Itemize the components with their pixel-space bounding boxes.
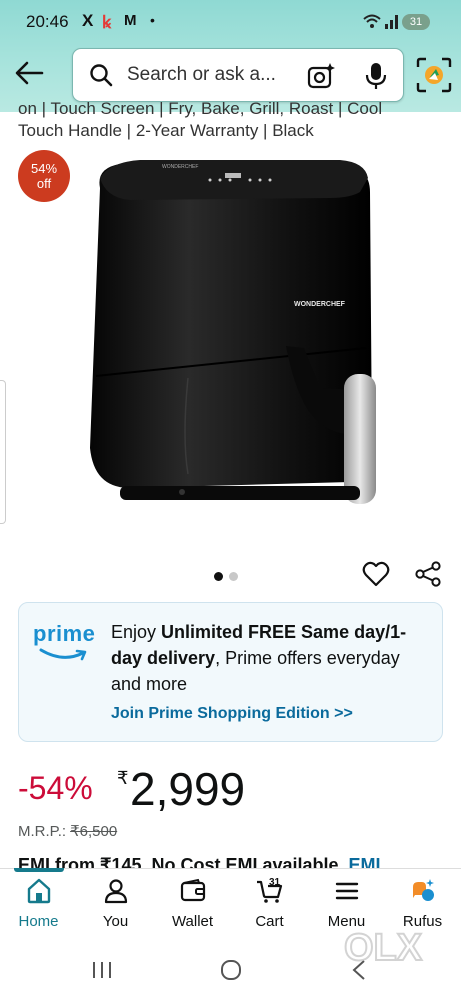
x-notification-icon: X xyxy=(82,11,94,30)
mrp-value: ₹6,500 xyxy=(70,823,118,840)
microphone-icon[interactable] xyxy=(365,62,387,90)
discount-badge-off: off xyxy=(36,176,52,191)
nav-wallet-label: Wallet xyxy=(171,913,214,930)
battery-icon: 31 xyxy=(402,14,430,30)
user-icon xyxy=(104,879,127,904)
page: 20:46 X ꝃ M • 31 Search or ask a... on |… xyxy=(0,0,461,1000)
mrp-label: M.R.P.: xyxy=(18,823,67,840)
heart-icon[interactable] xyxy=(362,560,390,588)
scan-lens-icon[interactable] xyxy=(416,57,452,93)
prime-smile-icon xyxy=(39,648,87,661)
nav-cart[interactable]: 31 Cart xyxy=(231,877,308,930)
app-notification-icon: ꝃ xyxy=(102,13,112,32)
recent-apps-icon[interactable] xyxy=(90,960,114,980)
join-prime-link[interactable]: Join Prime Shopping Edition >> xyxy=(111,705,353,723)
currency-symbol: ₹ xyxy=(117,768,129,788)
camera-search-icon[interactable] xyxy=(307,62,335,90)
image-carousel-dots xyxy=(214,568,254,581)
discount-badge-percent: 54% xyxy=(30,161,58,176)
gmail-notification-icon: M xyxy=(124,12,137,29)
rufus-icon xyxy=(412,879,434,901)
active-tab-indicator xyxy=(14,868,64,872)
emi-link[interactable]: EMI xyxy=(349,855,381,869)
carousel-dot[interactable] xyxy=(229,572,238,581)
prime-promo-card[interactable]: prime Enjoy Unlimited FREE Same day/1-da… xyxy=(18,602,443,742)
more-notifications-dot: • xyxy=(150,12,155,28)
price: 2,999 xyxy=(130,763,246,815)
prime-text-1: Enjoy xyxy=(111,622,162,642)
mrp: M.R.P.: ₹6,500 xyxy=(18,822,117,840)
nav-you-label: You xyxy=(102,913,129,930)
cart-count: 31 xyxy=(269,877,281,888)
share-icon[interactable] xyxy=(414,560,442,588)
search-icon xyxy=(90,64,113,87)
back-arrow-icon[interactable] xyxy=(14,60,44,86)
search-input[interactable]: Search or ask a... xyxy=(127,64,276,86)
wifi-icon xyxy=(363,14,381,28)
carousel-dot-active[interactable] xyxy=(214,572,223,581)
discount-percent: -54% xyxy=(18,770,93,806)
side-drawer-tab[interactable] xyxy=(0,380,6,524)
top-panel-brand: WONDERCHEF xyxy=(162,164,198,170)
nav-cart-label: Cart xyxy=(255,913,284,930)
prime-logo: prime xyxy=(33,621,96,646)
product-image[interactable]: WONDERCHEF WONDERCHEF xyxy=(60,148,400,528)
signal-icon xyxy=(385,15,398,29)
product-brand-logo: WONDERCHEF xyxy=(294,301,346,308)
emi-text: EMI from ₹145. No Cost EMI available. xyxy=(18,855,349,869)
nav-home[interactable]: Home xyxy=(0,877,77,930)
prime-promo-text: Enjoy Unlimited FREE Same day/1-day deli… xyxy=(111,619,431,697)
status-bar: 20:46 X ꝃ M • 31 xyxy=(0,8,461,36)
home-button-icon[interactable] xyxy=(220,959,242,981)
olx-watermark: OLX xyxy=(343,926,424,970)
wallet-icon xyxy=(180,878,205,902)
home-icon xyxy=(27,878,50,904)
nav-you[interactable]: You xyxy=(77,877,154,930)
clock: 20:46 xyxy=(26,12,69,31)
cart-icon: 31 xyxy=(256,877,282,903)
emi-info: EMI from ₹145. No Cost EMI available. EM… xyxy=(18,855,381,869)
menu-icon xyxy=(335,882,358,900)
search-bar[interactable]: Search or ask a... xyxy=(72,48,404,102)
nav-home-label: Home xyxy=(18,913,59,930)
nav-wallet[interactable]: Wallet xyxy=(154,877,231,930)
product-title-line-2: Touch Handle | 2-Year Warranty | Black xyxy=(18,121,314,140)
olx-watermark-text: OLX xyxy=(344,927,423,969)
